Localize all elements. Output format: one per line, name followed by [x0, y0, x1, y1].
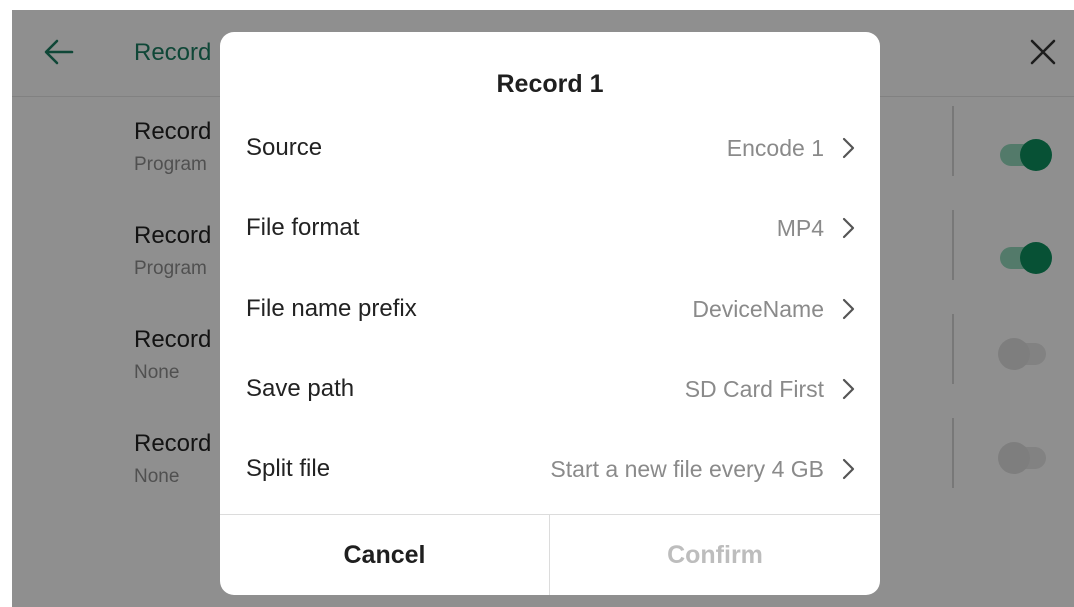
cancel-button[interactable]: Cancel — [220, 515, 550, 595]
option-value: Start a new file every 4 GB — [550, 456, 824, 482]
option-value: SD Card First — [684, 376, 824, 402]
option-label: Save path — [246, 375, 355, 402]
option-label: Split file — [246, 455, 331, 482]
dialog-footer: Cancel Confirm — [220, 514, 880, 595]
chevron-right-icon — [842, 217, 855, 239]
chevron-right-icon — [842, 137, 855, 159]
option-source[interactable]: Source Encode 1 — [220, 132, 880, 212]
chevron-right-icon — [842, 378, 855, 400]
record-settings-dialog: Record 1 Source Encode 1 File format MP4… — [220, 32, 880, 595]
option-value: MP4 — [776, 215, 824, 241]
option-file-name-prefix[interactable]: File name prefix DeviceName — [220, 293, 880, 373]
chevron-right-icon — [842, 458, 855, 480]
option-value: Encode 1 — [726, 135, 824, 161]
confirm-button[interactable]: Confirm — [550, 515, 880, 595]
option-value: DeviceName — [692, 296, 824, 322]
option-label: Source — [246, 134, 323, 161]
option-label: File name prefix — [246, 295, 417, 322]
dialog-title: Record 1 — [496, 70, 604, 98]
option-save-path[interactable]: Save path SD Card First — [220, 373, 880, 453]
option-file-format[interactable]: File format MP4 — [220, 212, 880, 292]
chevron-right-icon — [842, 298, 855, 320]
option-label: File format — [246, 214, 360, 241]
